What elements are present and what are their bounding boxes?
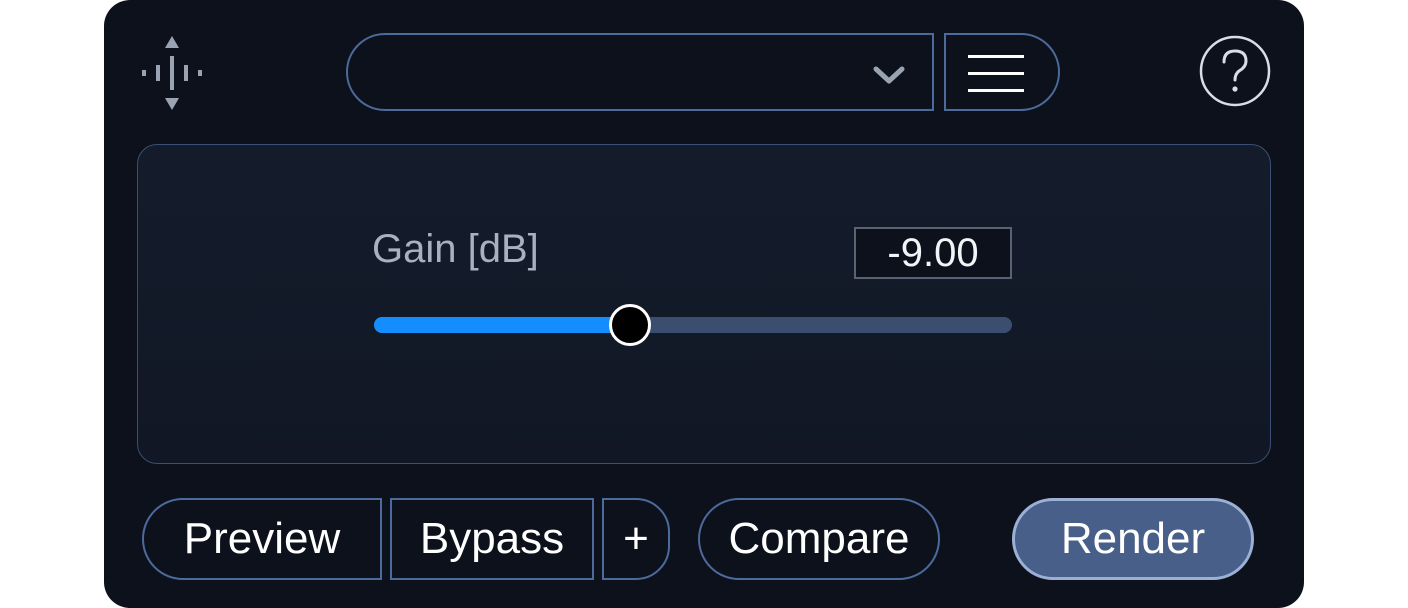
gain-slider[interactable]: [374, 304, 1012, 346]
help-icon: [1199, 35, 1271, 107]
slider-fill: [374, 317, 630, 333]
menu-button[interactable]: [944, 33, 1060, 111]
move-handle-icon[interactable]: [138, 34, 206, 112]
gain-label: Gain [dB]: [372, 227, 539, 271]
help-button[interactable]: [1198, 34, 1272, 108]
plugin-panel: Gain [dB] -9.00 Preview Bypass + Compare…: [104, 0, 1304, 608]
compare-button[interactable]: Compare: [698, 498, 940, 580]
parameter-panel: Gain [dB] -9.00: [137, 144, 1271, 464]
render-button[interactable]: Render: [1012, 498, 1254, 580]
preset-dropdown[interactable]: [346, 33, 934, 111]
chevron-down-icon: [873, 66, 905, 84]
slider-thumb[interactable]: [609, 304, 652, 346]
hamburger-menu-icon: [968, 55, 1024, 92]
preview-button[interactable]: Preview: [142, 498, 382, 580]
bypass-button[interactable]: Bypass: [390, 498, 594, 580]
add-button[interactable]: +: [602, 498, 670, 580]
gain-value-field[interactable]: -9.00: [854, 227, 1012, 279]
